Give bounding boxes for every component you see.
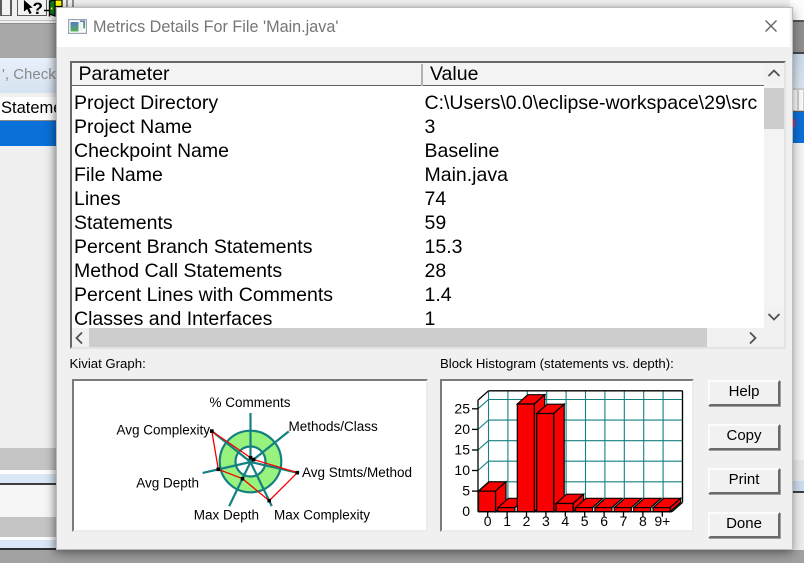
svg-text:15: 15 — [454, 442, 470, 458]
svg-text:10: 10 — [454, 462, 470, 478]
svg-text:Avg Depth: Avg Depth — [136, 476, 199, 491]
svg-text:0: 0 — [462, 503, 470, 519]
svg-text:2: 2 — [523, 513, 531, 529]
svg-text:0: 0 — [484, 513, 492, 529]
svg-text:5: 5 — [581, 513, 589, 529]
svg-text:4: 4 — [561, 513, 569, 529]
svg-text:25: 25 — [454, 400, 470, 416]
svg-text:20: 20 — [454, 421, 470, 437]
svg-text:Max Complexity: Max Complexity — [274, 508, 370, 523]
svg-text:Max Depth: Max Depth — [194, 508, 259, 523]
svg-text:6: 6 — [600, 513, 608, 529]
svg-text:Methods/Class: Methods/Class — [289, 419, 379, 434]
svg-text:Avg Stmts/Method: Avg Stmts/Method — [302, 465, 412, 480]
svg-text:% Comments: % Comments — [209, 395, 290, 410]
svg-text:?: ? — [33, 0, 43, 16]
svg-text:1: 1 — [503, 513, 511, 529]
svg-text:7: 7 — [620, 513, 628, 529]
svg-text:5: 5 — [462, 483, 470, 499]
svg-text:9+: 9+ — [654, 513, 670, 529]
svg-text:3: 3 — [542, 513, 550, 529]
svg-text:Avg Complexity: Avg Complexity — [116, 423, 210, 438]
svg-text:8: 8 — [639, 513, 647, 529]
